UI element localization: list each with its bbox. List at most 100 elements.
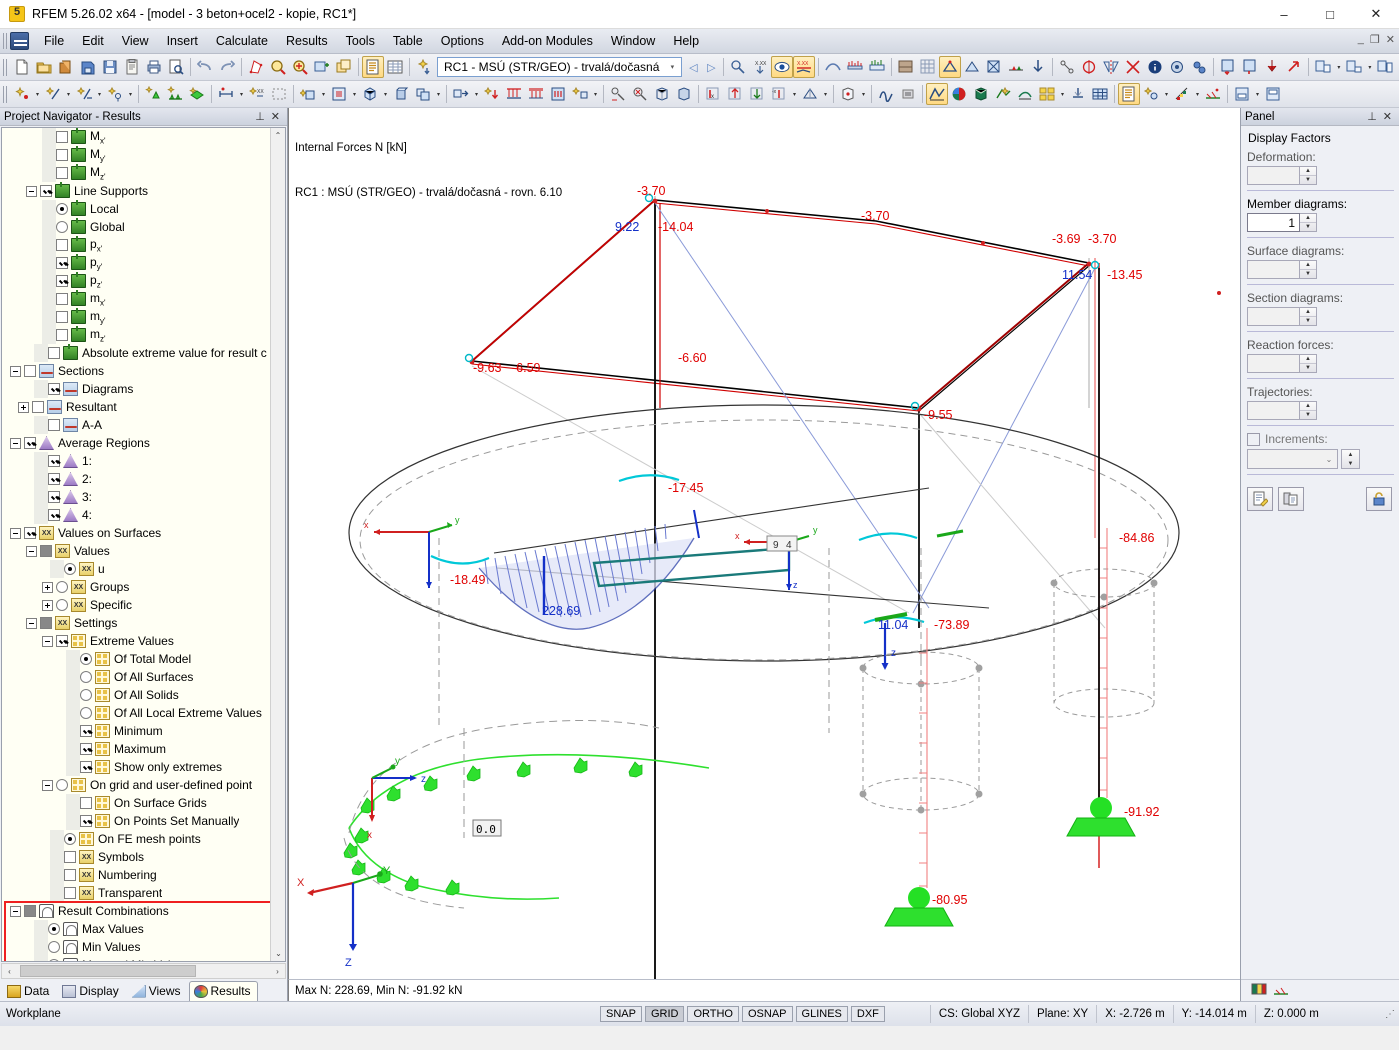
result-table-button[interactable] bbox=[1089, 83, 1111, 105]
spinner-up-icon[interactable]: ▲ bbox=[1300, 214, 1316, 223]
view-solid-button[interactable] bbox=[673, 83, 695, 105]
extrude-button[interactable] bbox=[390, 83, 412, 105]
new-line-button[interactable] bbox=[42, 83, 64, 105]
tree-item[interactable]: Of All Local Extreme Values bbox=[2, 704, 285, 722]
chevron-down-icon[interactable]: ▾ bbox=[319, 83, 328, 105]
chevron-down-icon[interactable]: ▾ bbox=[350, 83, 359, 105]
mesh-refine-button[interactable] bbox=[607, 83, 629, 105]
zoom-selection-button[interactable] bbox=[311, 56, 333, 78]
hscroll-thumb[interactable] bbox=[20, 965, 196, 977]
import-button[interactable] bbox=[77, 56, 99, 78]
chevron-down-icon[interactable]: ▾ bbox=[1193, 83, 1202, 105]
menu-item-options[interactable]: Options bbox=[432, 31, 493, 51]
navigator-pin-icon[interactable]: ⊥ bbox=[252, 110, 268, 123]
global-settings-button[interactable] bbox=[1188, 56, 1210, 78]
show-lines-button[interactable] bbox=[961, 56, 983, 78]
field-spinner[interactable]: ▲ ▼ bbox=[1247, 401, 1317, 420]
tree-item[interactable]: On grid and user-defined point bbox=[2, 776, 285, 794]
toolbar-grip-icon[interactable] bbox=[3, 85, 8, 103]
tree-item[interactable]: Mx' bbox=[2, 128, 285, 146]
load-case-select-icon[interactable] bbox=[413, 56, 435, 78]
window-layout-2-button[interactable] bbox=[1343, 56, 1365, 78]
spinner-down-icon[interactable]: ▼ bbox=[1300, 270, 1316, 278]
chevron-down-icon[interactable]: ▾ bbox=[33, 83, 42, 105]
new-opening-button[interactable] bbox=[328, 83, 350, 105]
tree-checkbox[interactable] bbox=[48, 509, 60, 521]
move-copy-button[interactable] bbox=[450, 83, 472, 105]
show-nodes-button[interactable] bbox=[939, 56, 962, 78]
surface-results-button[interactable] bbox=[866, 56, 888, 78]
new-surface-support-button[interactable] bbox=[186, 83, 208, 105]
printout-report-button[interactable] bbox=[1118, 83, 1140, 105]
field-value[interactable] bbox=[1247, 307, 1300, 326]
field-spinner[interactable]: ▲ ▼ bbox=[1247, 307, 1317, 326]
visibility-button[interactable] bbox=[837, 83, 859, 105]
tree-expander-icon[interactable] bbox=[10, 437, 21, 449]
tree-item[interactable]: Transparent bbox=[2, 884, 285, 902]
field-spinner[interactable]: ▲ ▼ bbox=[1247, 354, 1317, 373]
field-value[interactable] bbox=[1247, 354, 1300, 373]
tree-checkbox[interactable] bbox=[56, 239, 68, 251]
mesh-delete-button[interactable] bbox=[629, 83, 651, 105]
results-table-y-button[interactable] bbox=[1239, 56, 1261, 78]
spinner-up-icon[interactable]: ▲ bbox=[1300, 402, 1316, 411]
nodal-load-button[interactable] bbox=[481, 83, 503, 105]
maximize-button[interactable]: □ bbox=[1307, 0, 1353, 29]
scroll-down-arrow-icon[interactable]: ⌄ bbox=[271, 946, 285, 961]
tree-expander-icon[interactable] bbox=[26, 617, 37, 629]
chevron-down-icon[interactable]: ▾ bbox=[64, 83, 73, 105]
table-grid-button[interactable] bbox=[384, 56, 406, 78]
text-annotation-button[interactable]: XX bbox=[246, 83, 268, 105]
view-isometric-button[interactable] bbox=[799, 83, 821, 105]
field-spinner[interactable]: 1 ▲ ▼ bbox=[1247, 213, 1317, 232]
snap-toggle-osnap[interactable]: OSNAP bbox=[742, 1006, 793, 1022]
tree-expander-icon[interactable] bbox=[42, 635, 53, 647]
menu-item-tools[interactable]: Tools bbox=[337, 31, 384, 51]
new-support-button[interactable] bbox=[104, 83, 126, 105]
mdi-restore-button[interactable]: ❐ bbox=[1370, 33, 1380, 46]
save-all-button[interactable] bbox=[121, 56, 143, 78]
tree-item[interactable]: Numbering bbox=[2, 866, 285, 884]
mdi-close-button[interactable]: ✕ bbox=[1386, 33, 1395, 46]
tree-checkbox[interactable] bbox=[64, 851, 76, 863]
tree-checkbox[interactable] bbox=[32, 401, 44, 413]
open-recent-button[interactable] bbox=[55, 56, 77, 78]
calculate-button[interactable] bbox=[875, 83, 897, 105]
show-tables-button[interactable] bbox=[362, 56, 384, 78]
mdi-minimize-button[interactable]: _ bbox=[1358, 33, 1364, 46]
tree-item[interactable]: 3: bbox=[2, 488, 285, 506]
field-value[interactable] bbox=[1247, 166, 1300, 185]
tree-radio[interactable] bbox=[56, 221, 68, 233]
show-members-button[interactable] bbox=[983, 56, 1005, 78]
tree-checkbox[interactable] bbox=[80, 815, 92, 827]
tree-item[interactable]: 2: bbox=[2, 470, 285, 488]
tree-item[interactable]: Extreme Values bbox=[2, 632, 285, 650]
tree-checkbox[interactable] bbox=[56, 257, 68, 269]
tree-checkbox[interactable] bbox=[48, 383, 60, 395]
tree-checkbox[interactable] bbox=[24, 365, 36, 377]
tree-item[interactable]: A-A bbox=[2, 416, 285, 434]
field-value[interactable]: 1 bbox=[1247, 213, 1300, 232]
tree-radio[interactable] bbox=[56, 203, 68, 215]
spinner-buttons[interactable]: ▲ ▼ bbox=[1300, 401, 1317, 420]
open-file-button[interactable] bbox=[33, 56, 55, 78]
spinner-buttons[interactable]: ▲ ▼ bbox=[1300, 166, 1317, 185]
print-preview-button[interactable] bbox=[165, 56, 187, 78]
chevron-down-icon[interactable]: ▾ bbox=[591, 83, 600, 105]
tree-checkbox[interactable] bbox=[40, 545, 52, 557]
tree-item[interactable]: Sections bbox=[2, 362, 285, 380]
tree-radio[interactable] bbox=[56, 599, 68, 611]
spinner-down-icon[interactable]: ▼ bbox=[1300, 223, 1316, 231]
tree-checkbox[interactable] bbox=[40, 185, 52, 197]
chevron-down-icon[interactable]: ▾ bbox=[821, 83, 830, 105]
design-modules-button[interactable] bbox=[1140, 83, 1162, 105]
menu-item-results[interactable]: Results bbox=[277, 31, 337, 51]
spinner-down-icon[interactable]: ▼ bbox=[1300, 317, 1316, 325]
tree-item[interactable]: Global bbox=[2, 218, 285, 236]
snap-toggle-ortho[interactable]: ORTHO bbox=[687, 1006, 739, 1022]
new-file-button[interactable] bbox=[11, 56, 33, 78]
chevron-down-icon[interactable]: ▾ bbox=[790, 83, 799, 105]
field-spinner[interactable]: ▲ ▼ bbox=[1247, 166, 1317, 185]
tree-expander-icon[interactable] bbox=[42, 779, 53, 791]
tree-checkbox[interactable] bbox=[24, 437, 36, 449]
